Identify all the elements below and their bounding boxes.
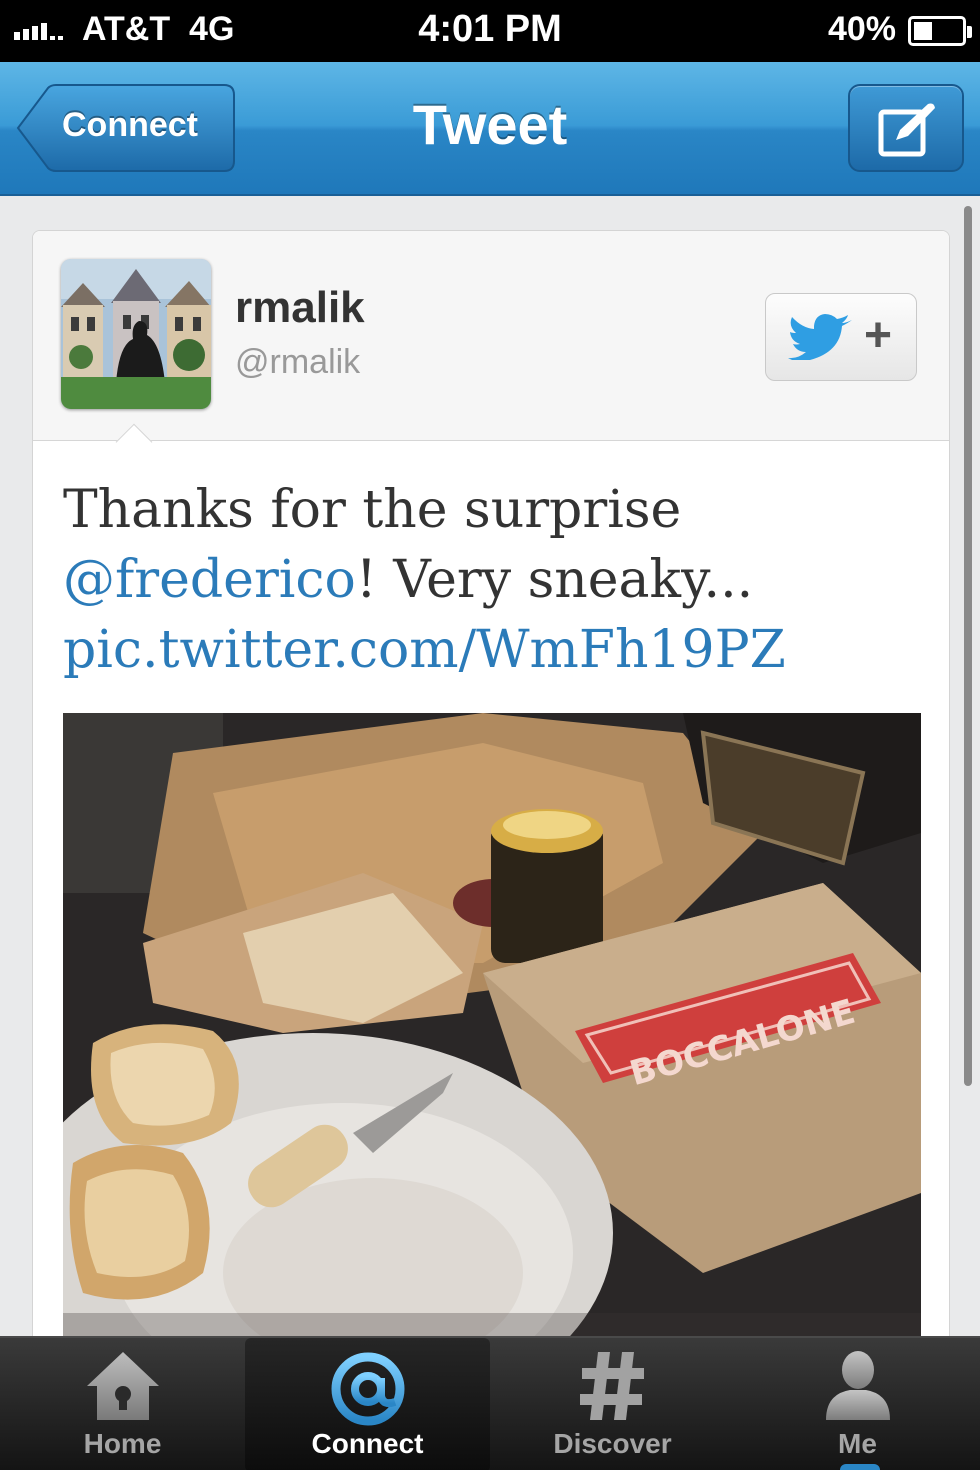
tab-bar: Home Connect Discover Me — [0, 1336, 980, 1470]
mention-link[interactable]: @frederico — [63, 550, 356, 610]
user-handle: @rmalik — [235, 343, 361, 381]
tab-me-label: Me — [838, 1428, 877, 1459]
scroll-indicator[interactable] — [964, 206, 972, 1086]
tweet-author-header[interactable]: rmalik @rmalik + — [33, 231, 949, 461]
display-name: rmalik — [235, 283, 365, 332]
me-notification-indicator — [840, 1464, 880, 1470]
tweet-card: rmalik @rmalik + Thanks for the surprise… — [32, 230, 950, 1360]
twitter-bird-icon — [788, 314, 852, 360]
nav-bar: Connect Tweet — [0, 62, 980, 196]
tab-connect-label: Connect — [311, 1428, 424, 1459]
hash-icon — [579, 1352, 644, 1420]
tab-discover[interactable]: Discover — [490, 1338, 735, 1470]
tweet-photo[interactable]: BOCCALONE — [63, 713, 921, 1353]
battery-percent: 40% — [827, 10, 896, 48]
tab-discover-label: Discover — [553, 1428, 672, 1459]
status-bar: AT&T 4G 4:01 PM 40% — [0, 0, 980, 62]
page-title: Tweet — [412, 93, 568, 156]
tab-me[interactable]: Me — [735, 1338, 980, 1470]
follow-button[interactable]: + — [765, 293, 917, 381]
person-icon — [825, 1351, 890, 1420]
photo-link[interactable]: pic.twitter.com/WmFh19PZ — [63, 620, 786, 680]
tab-home[interactable]: Home — [0, 1338, 245, 1470]
tab-connect[interactable]: Connect — [245, 1338, 490, 1470]
home-icon — [86, 1352, 159, 1420]
battery-icon — [908, 16, 972, 46]
tab-home-label: Home — [83, 1428, 162, 1459]
at-icon — [331, 1352, 404, 1426]
compose-icon — [878, 103, 935, 157]
tweet-text: Thanks for the surprise @frederico! Very… — [63, 480, 786, 680]
compose-button[interactable] — [848, 84, 964, 172]
follow-plus-icon: + — [863, 309, 892, 362]
avatar[interactable] — [61, 259, 211, 409]
